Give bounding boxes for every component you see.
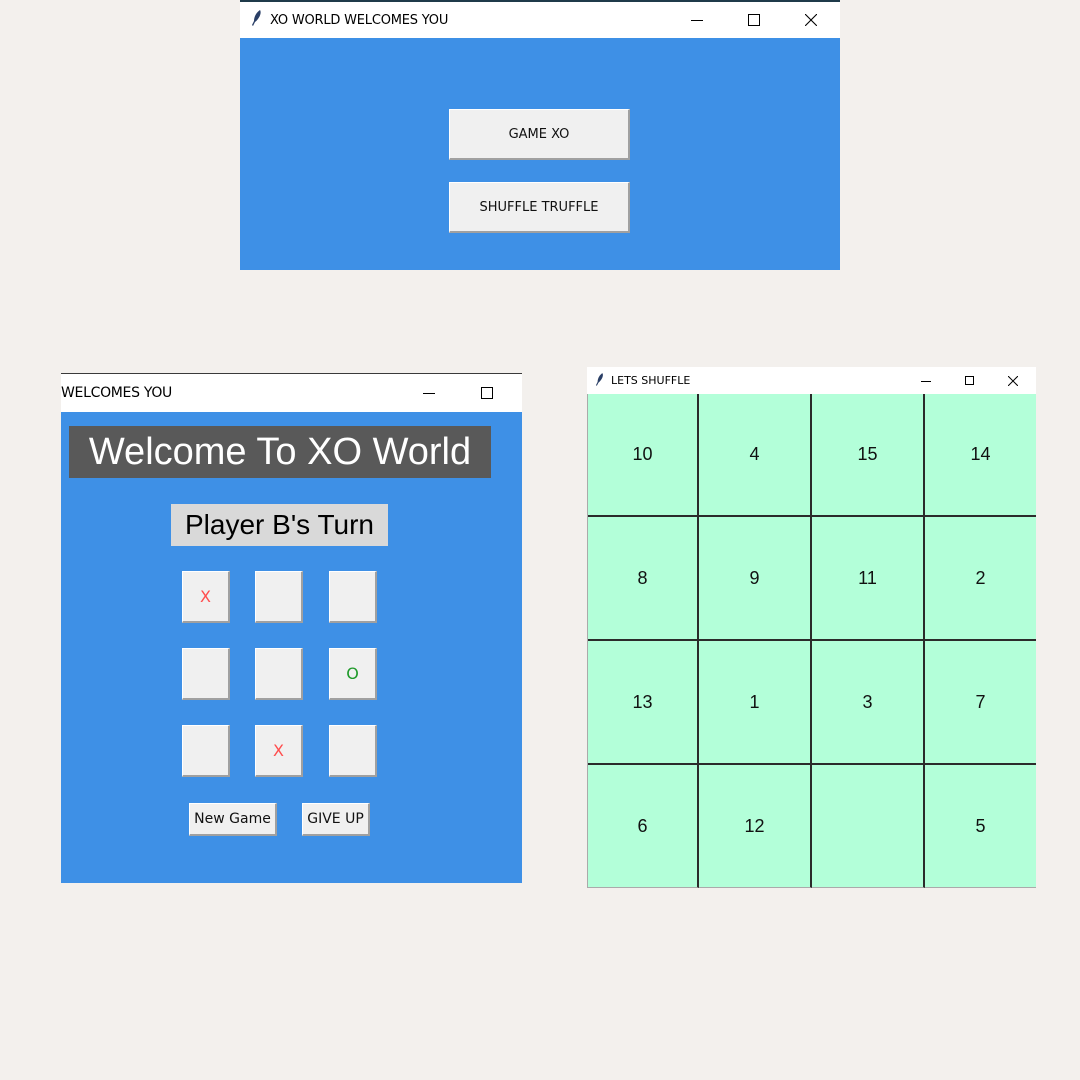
puzzle-tile[interactable]: 3 (812, 641, 925, 765)
window-title: XO WORLD WELCOMES YOU (270, 12, 449, 28)
board-cell-4[interactable] (182, 648, 230, 700)
puzzle-tile[interactable]: 6 (588, 765, 699, 888)
puzzle-tile[interactable]: 15 (812, 394, 925, 517)
feather-icon (596, 371, 604, 390)
puzzle-tile[interactable]: 1 (699, 641, 812, 765)
board-cell-1[interactable]: X (182, 571, 230, 623)
puzzle-tile[interactable]: 7 (925, 641, 1036, 765)
puzzle-tile[interactable]: 4 (699, 394, 812, 517)
maximize-icon[interactable] (472, 374, 502, 412)
minimize-icon[interactable] (414, 374, 444, 412)
menu-window-titlebar[interactable]: XO WORLD WELCOMES YOU (240, 2, 840, 38)
puzzle-tile[interactable]: 5 (925, 765, 1036, 888)
minimize-icon[interactable] (916, 367, 936, 394)
puzzle-tile[interactable]: 2 (925, 517, 1036, 641)
puzzle-tile[interactable]: 13 (588, 641, 699, 765)
puzzle-tile[interactable]: 10 (588, 394, 699, 517)
feather-icon (252, 10, 262, 30)
board-cell-9[interactable] (329, 725, 377, 777)
puzzle-tile-empty[interactable] (812, 765, 925, 888)
shuffle-window-titlebar[interactable]: LETS SHUFFLE (587, 367, 1036, 394)
board-cell-3[interactable] (329, 571, 377, 623)
game-xo-button[interactable]: GAME XO (449, 109, 630, 160)
shuffle-truffle-button[interactable]: SHUFFLE TRUFFLE (449, 182, 630, 233)
menu-window: XO WORLD WELCOMES YOU GAME XO SHUFFLE TR… (240, 0, 840, 270)
turn-indicator: Player B's Turn (171, 504, 388, 546)
xo-game-window: WELCOMES YOU Welcome To XO World Player … (61, 373, 522, 883)
puzzle-tile[interactable]: 14 (925, 394, 1036, 517)
new-game-button[interactable]: New Game (189, 803, 277, 836)
close-icon[interactable] (1003, 367, 1023, 394)
xo-window-titlebar[interactable]: WELCOMES YOU (61, 374, 522, 412)
board-cell-2[interactable] (255, 571, 303, 623)
puzzle-tile[interactable]: 12 (699, 765, 812, 888)
close-icon[interactable] (796, 2, 826, 38)
board-cell-6[interactable]: O (329, 648, 377, 700)
maximize-icon[interactable] (739, 2, 769, 38)
window-title: WELCOMES YOU (61, 385, 172, 401)
board-cell-5[interactable] (255, 648, 303, 700)
board-cell-8[interactable]: X (255, 725, 303, 777)
puzzle-tile[interactable]: 8 (588, 517, 699, 641)
puzzle-grid: 10 4 15 14 8 9 11 2 13 1 3 7 6 12 5 (587, 394, 1036, 888)
minimize-icon[interactable] (682, 2, 712, 38)
board-cell-7[interactable] (182, 725, 230, 777)
maximize-icon[interactable] (959, 367, 979, 394)
puzzle-tile[interactable]: 9 (699, 517, 812, 641)
puzzle-tile[interactable]: 11 (812, 517, 925, 641)
give-up-button[interactable]: GIVE UP (302, 803, 370, 836)
welcome-banner: Welcome To XO World (69, 426, 491, 478)
shuffle-window: LETS SHUFFLE 10 4 15 14 8 9 11 2 13 1 3 … (587, 367, 1036, 888)
window-title: LETS SHUFFLE (611, 374, 691, 387)
